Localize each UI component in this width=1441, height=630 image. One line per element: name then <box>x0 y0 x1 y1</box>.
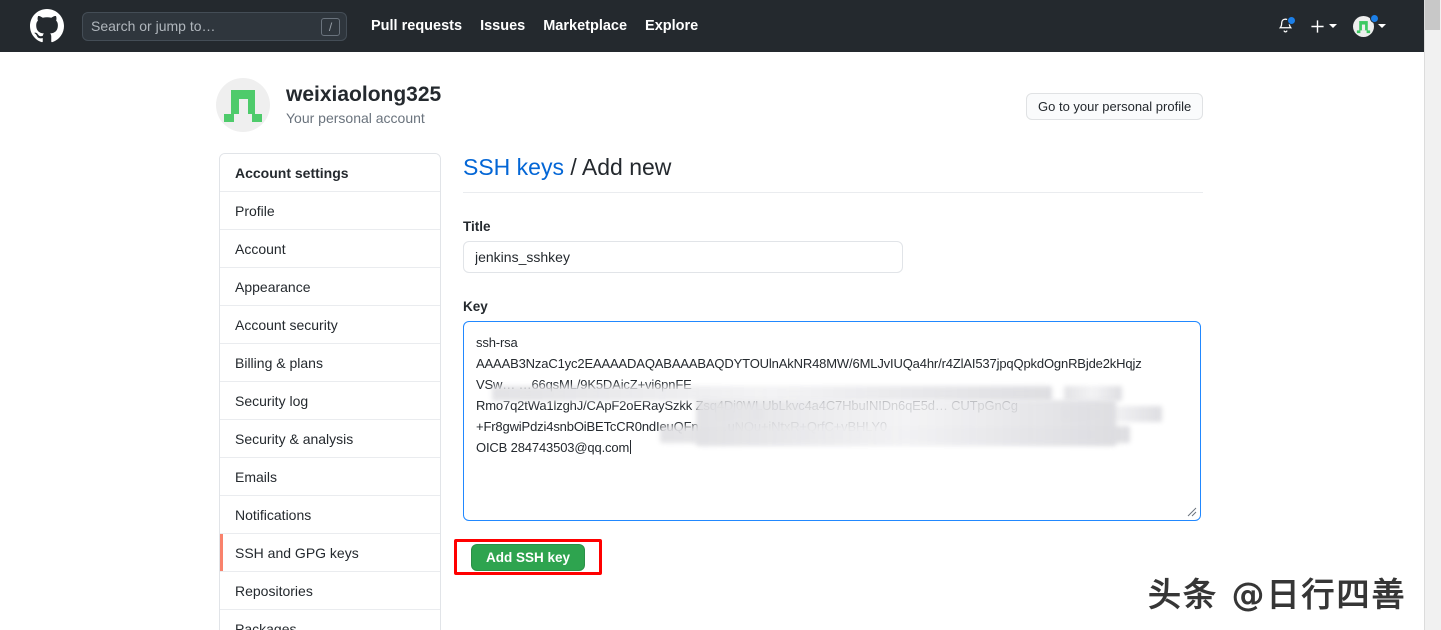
account-badge-dot <box>1370 13 1379 23</box>
title-input[interactable] <box>463 240 903 273</box>
breadcrumb-separator: / <box>563 154 582 180</box>
browser-viewport: Search or jump to… / Pull requests Issue… <box>0 0 1441 630</box>
nav-marketplace[interactable]: Marketplace <box>543 18 627 34</box>
header-nav: Pull requests Issues Marketplace Explore <box>371 18 698 34</box>
github-mark-icon[interactable] <box>30 9 64 43</box>
sidebar-item-security-analysis[interactable]: Security & analysis <box>220 420 440 458</box>
breadcrumb-current: Add new <box>581 154 672 180</box>
sidebar-item-security-log[interactable]: Security log <box>220 382 440 420</box>
nav-explore[interactable]: Explore <box>645 18 698 34</box>
scrollbar-thumb[interactable] <box>1425 0 1440 30</box>
nav-issues[interactable]: Issues <box>480 18 525 34</box>
profile-heading: weixiaolong325 Your personal account <box>216 78 441 132</box>
breadcrumb: SSH keys / Add new <box>463 153 1203 193</box>
page-title: weixiaolong325 <box>286 82 442 106</box>
account-menu-button[interactable] <box>1353 13 1386 37</box>
header-actions <box>1277 13 1408 37</box>
key-line: Rmo7q2tWa1lzghJ/CApF2oERaySzkk Zsq4Dj0WL… <box>476 397 1018 413</box>
key-line-last: OICB 284743503@qq.com <box>476 437 1188 458</box>
page-scrollbar[interactable] <box>1424 0 1441 630</box>
sidebar-item-account[interactable]: Account <box>220 230 440 268</box>
settings-sidebar: Account settings Profile Account Appeara… <box>219 153 441 630</box>
watermark: 头条 @日行四善 <box>1148 575 1407 614</box>
key-line: AAAAB3NzaC1yc2EAAAADAQABAAABAQDYTOUlnAkN… <box>476 355 1142 371</box>
title-field-label: Title <box>463 218 491 234</box>
sidebar-item-account-settings: Account settings <box>220 154 440 192</box>
key-line-text: OICB 284743503@qq.com <box>476 439 630 455</box>
avatar[interactable] <box>216 78 270 132</box>
goto-personal-profile-button[interactable]: Go to your personal profile <box>1026 93 1204 120</box>
profile-subtitle: Your personal account <box>286 109 425 126</box>
chevron-down-icon <box>1329 24 1337 28</box>
sidebar-item-billing-plans[interactable]: Billing & plans <box>220 344 440 382</box>
sidebar-item-account-security[interactable]: Account security <box>220 306 440 344</box>
sidebar-item-ssh-and-gpg-keys[interactable]: SSH and GPG keys <box>220 534 440 572</box>
key-field-label: Key <box>463 298 488 314</box>
search-input[interactable]: Search or jump to… / <box>82 11 347 41</box>
main-content: SSH keys / Add new Title Key ssh-rsa AAA… <box>454 153 1203 575</box>
profile-text: weixiaolong325 Your personal account <box>286 82 441 129</box>
sidebar-item-appearance[interactable]: Appearance <box>220 268 440 306</box>
key-field-wrapper: ssh-rsa AAAAB3NzaC1yc2EAAAADAQABAAABAQDY… <box>454 320 1201 575</box>
text-cursor <box>630 439 632 454</box>
page-content: Search or jump to… / Pull requests Issue… <box>0 0 1424 630</box>
sidebar-item-emails[interactable]: Emails <box>220 458 440 496</box>
breadcrumb-link-ssh-keys[interactable]: SSH keys <box>463 154 564 180</box>
nav-pull-requests[interactable]: Pull requests <box>371 18 462 34</box>
sidebar-item-notifications[interactable]: Notifications <box>220 496 440 534</box>
site-header: Search or jump to… / Pull requests Issue… <box>0 0 1424 52</box>
sidebar-item-packages[interactable]: Packages <box>220 610 440 630</box>
sidebar-item-repositories[interactable]: Repositories <box>220 572 440 610</box>
textarea-resize-handle[interactable] <box>1185 505 1197 517</box>
key-textarea[interactable]: ssh-rsa AAAAB3NzaC1yc2EAAAADAQABAAABAQDY… <box>463 320 1201 521</box>
chevron-down-icon <box>1378 24 1386 28</box>
key-line: VSw… …66qsML/9K5DAicZ+vi6pnFE <box>476 376 692 392</box>
search-placeholder: Search or jump to… <box>91 18 216 34</box>
key-line: ssh-rsa <box>476 334 518 350</box>
notification-badge-dot <box>1287 16 1296 25</box>
create-new-button[interactable] <box>1310 19 1337 34</box>
notifications-button[interactable] <box>1277 16 1296 35</box>
sidebar-item-profile[interactable]: Profile <box>220 192 440 230</box>
add-ssh-key-button[interactable]: Add SSH key <box>471 543 586 571</box>
key-line: +Fr8gwiPdzi4snbOiBETcCR0ndIeuQFn… …uNOu+… <box>476 418 887 434</box>
search-shortcut-key: / <box>321 17 340 36</box>
